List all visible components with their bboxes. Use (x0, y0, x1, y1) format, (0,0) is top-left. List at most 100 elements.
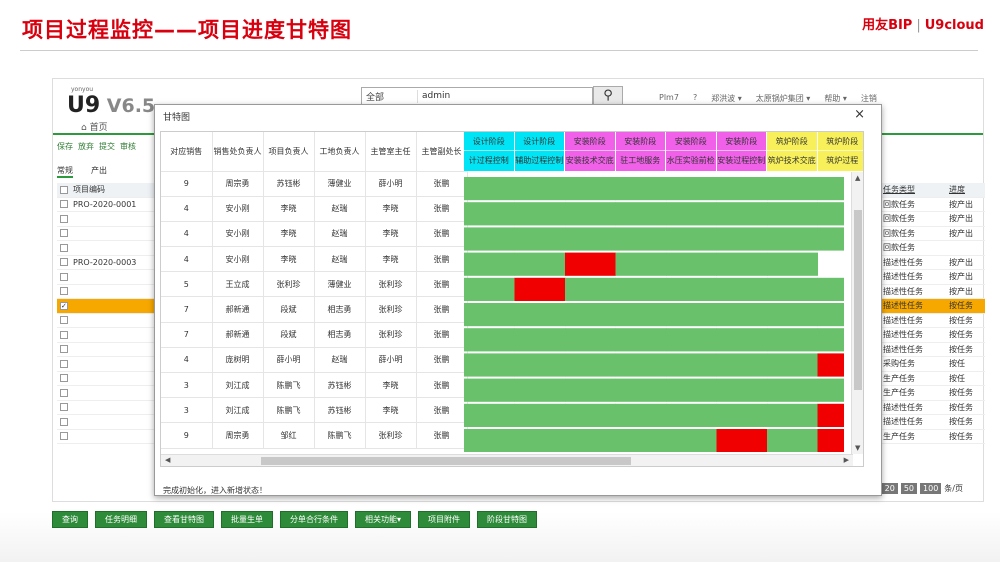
action-button-0[interactable]: 查询 (52, 511, 88, 528)
toolbar-button-2[interactable]: 提交 (99, 141, 115, 152)
top-link-4[interactable]: 帮助 ▾ (824, 93, 847, 104)
table-row[interactable] (57, 415, 165, 430)
column-progress[interactable]: 进度 (949, 184, 965, 195)
action-button-1[interactable]: 任务明细 (95, 511, 147, 528)
row-checkbox[interactable] (60, 229, 68, 238)
table-row[interactable]: 描述性任务 按任务 (881, 401, 985, 415)
action-button-5[interactable]: 相关功能▾ (355, 511, 412, 528)
column-header[interactable]: 主管室主任 (365, 132, 417, 172)
column-task-type[interactable]: 任务类型 (883, 184, 949, 195)
row-checkbox[interactable] (60, 403, 68, 412)
top-link-1[interactable]: ? (693, 93, 697, 104)
row-checkbox[interactable] (60, 345, 68, 354)
action-button-3[interactable]: 批量生单 (221, 511, 273, 528)
row-checkbox[interactable]: ✓ (60, 301, 68, 310)
table-row[interactable] (57, 343, 165, 357)
page-size-0[interactable]: 20 (881, 483, 898, 494)
table-row[interactable]: PRO-2020-0001 (57, 198, 165, 212)
table-row[interactable] (57, 241, 165, 256)
toolbar-button-1[interactable]: 放弃 (78, 141, 94, 152)
close-icon[interactable]: × (854, 107, 865, 122)
vertical-scroll-thumb[interactable] (854, 210, 862, 390)
row-checkbox[interactable] (60, 272, 68, 281)
row-checkbox[interactable] (60, 359, 68, 368)
scroll-right-icon[interactable]: ▶ (844, 456, 849, 464)
table-row[interactable] (57, 386, 165, 401)
page-size-1[interactable]: 50 (900, 483, 918, 494)
action-button-2[interactable]: 查看甘特图 (154, 511, 214, 528)
row-checkbox[interactable] (60, 258, 68, 267)
table-row[interactable] (57, 270, 165, 285)
table-row[interactable]: 描述性任务 按产出 (881, 285, 985, 299)
table-row[interactable]: 7 郝新通 段斌 相志勇 张利珍 张鹏 (161, 296, 468, 323)
table-row[interactable]: 描述性任务 按任务 (881, 343, 985, 357)
table-row[interactable]: 4 安小刚 李晓 赵瑞 李晓 张鹏 (161, 246, 468, 273)
table-row[interactable]: 3 刘江成 陈鹏飞 苏钰彬 李晓 张鹏 (161, 397, 468, 424)
top-link-2[interactable]: 郑洪波 ▾ (711, 93, 742, 104)
table-row[interactable]: 5 王立成 张利珍 薄健业 张利珍 张鹏 (161, 271, 468, 298)
table-row[interactable] (57, 401, 165, 415)
column-header[interactable]: 主管副处长 (416, 132, 468, 172)
table-row[interactable] (57, 314, 165, 328)
table-row[interactable] (57, 430, 165, 444)
table-row[interactable]: 描述性任务 按任务 (881, 314, 985, 328)
table-row[interactable]: 回款任务 按产出 (881, 227, 985, 241)
horizontal-scrollbar[interactable]: ◀ ▶ (161, 454, 853, 466)
table-row[interactable]: 7 郝新通 段斌 相志勇 张利珍 张鹏 (161, 322, 468, 348)
top-link-3[interactable]: 太原锅炉集团 ▾ (756, 93, 811, 104)
column-header[interactable]: 项目负责人 (263, 132, 315, 172)
table-row[interactable]: 4 安小刚 李晓 赵瑞 李晓 张鹏 (161, 196, 468, 222)
tab-output[interactable]: 产出 (91, 165, 107, 178)
table-row[interactable]: 回款任务 按产出 (881, 198, 985, 212)
table-row[interactable]: 生产任务 按任务 (881, 386, 985, 401)
tab-general[interactable]: 常规 (57, 165, 73, 178)
column-header[interactable]: 销售处负责人 (212, 132, 264, 172)
search-value[interactable]: admin (418, 91, 450, 101)
scroll-down-icon[interactable]: ▼ (855, 444, 860, 452)
action-button-7[interactable]: 阶段甘特图 (477, 511, 538, 528)
table-row[interactable]: 4 安小刚 李晓 赵瑞 李晓 张鹏 (161, 221, 468, 248)
row-checkbox[interactable] (60, 287, 68, 296)
table-row[interactable]: ✓ (57, 299, 165, 314)
action-button-6[interactable]: 项目附件 (418, 511, 471, 528)
table-row[interactable]: 描述性任务 按任务 (881, 415, 985, 430)
table-row[interactable] (57, 285, 165, 299)
table-row[interactable] (57, 328, 165, 343)
table-row[interactable]: 9 周宗勇 邹红 陈鹏飞 张利珍 张鹏 (161, 422, 468, 449)
table-row[interactable]: 回款任务 (881, 241, 985, 256)
scroll-up-icon[interactable]: ▲ (855, 174, 860, 182)
page-size-2[interactable]: 100 (920, 483, 942, 494)
table-row[interactable] (57, 357, 165, 372)
vertical-scrollbar[interactable]: ▲ ▼ (851, 172, 863, 454)
header-checkbox[interactable] (60, 185, 68, 194)
row-checkbox[interactable] (60, 243, 68, 252)
horizontal-scroll-thumb[interactable] (261, 457, 631, 465)
row-checkbox[interactable] (60, 432, 68, 441)
row-checkbox[interactable] (60, 330, 68, 339)
row-checkbox[interactable] (60, 200, 68, 209)
table-row[interactable]: 生产任务 按任 (881, 372, 985, 386)
row-checkbox[interactable] (60, 417, 68, 426)
toolbar-button-3[interactable]: 审核 (120, 141, 136, 152)
table-row[interactable] (57, 227, 165, 241)
search-input[interactable]: 全部 admin (361, 87, 593, 105)
search-button[interactable]: ⚲ (593, 86, 623, 106)
table-row[interactable]: 描述性任务 按产出 (881, 256, 985, 270)
table-row[interactable] (57, 212, 165, 227)
row-checkbox[interactable] (60, 316, 68, 325)
column-header[interactable]: 对应销售 (161, 132, 213, 172)
home-tab[interactable]: ⌂ 首页 (81, 120, 108, 133)
row-checkbox[interactable] (60, 214, 68, 223)
top-link-5[interactable]: 注销 (861, 93, 877, 104)
table-row[interactable]: 描述性任务 按任务 (881, 299, 985, 314)
table-row[interactable]: 描述性任务 按任务 (881, 328, 985, 343)
table-row[interactable]: 采购任务 按任 (881, 357, 985, 372)
table-row[interactable]: 3 刘江成 陈鹏飞 苏钰彬 李晓 张鹏 (161, 372, 468, 399)
table-row[interactable]: 描述性任务 按产出 (881, 270, 985, 285)
table-row[interactable]: PRO-2020-0003 (57, 256, 165, 270)
toolbar-button-0[interactable]: 保存 (57, 141, 73, 152)
table-row[interactable]: 4 庞树明 薛小明 赵瑞 薛小明 张鹏 (161, 347, 468, 374)
table-row[interactable]: 回款任务 按产出 (881, 212, 985, 227)
top-link-0[interactable]: Plm7 (659, 93, 679, 104)
search-scope-select[interactable]: 全部 (362, 89, 418, 103)
